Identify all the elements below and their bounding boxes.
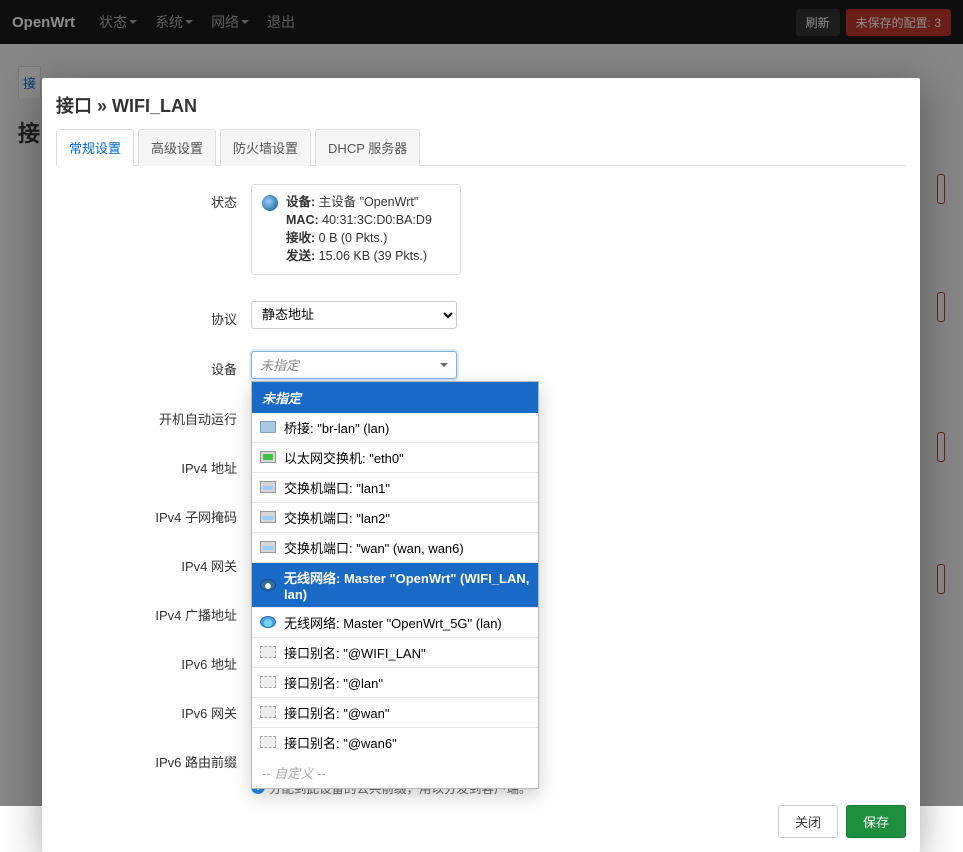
device-option-label: 接口别名: "@wan" bbox=[284, 703, 390, 722]
device-option-label: 接口别名: "@WIFI_LAN" bbox=[284, 643, 426, 662]
save-button[interactable]: 保存 bbox=[846, 805, 906, 838]
device-icon bbox=[262, 195, 278, 211]
interface-modal: 接口 » WIFI_LAN 常规设置 高级设置 防火墙设置 DHCP 服务器 状… bbox=[42, 78, 920, 852]
tab-general[interactable]: 常规设置 bbox=[56, 129, 134, 166]
device-option-label: 以太网交换机: "eth0" bbox=[284, 448, 404, 467]
device-option[interactable]: 接口别名: "@lan" bbox=[252, 668, 538, 698]
device-option-label: 无线网络: Master "OpenWrt_5G" (lan) bbox=[284, 613, 502, 632]
device-option[interactable]: 交换机端口: "lan2" bbox=[252, 503, 538, 533]
label-ipv4bcast: IPv4 广播地址 bbox=[58, 597, 251, 624]
wifi-sel-icon bbox=[260, 579, 276, 591]
label-device: 设备 bbox=[58, 351, 251, 378]
device-option[interactable]: 以太网交换机: "eth0" bbox=[252, 443, 538, 473]
device-option[interactable]: 无线网络: Master "OpenWrt_5G" (lan) bbox=[252, 608, 538, 638]
label-ipv4mask: IPv4 子网掩码 bbox=[58, 499, 251, 526]
device-option-label: 接口别名: "@wan6" bbox=[284, 733, 397, 752]
device-option[interactable]: 交换机端口: "wan" (wan, wan6) bbox=[252, 533, 538, 563]
wifi-icon bbox=[260, 616, 276, 628]
device-option-label: 无线网络: Master "OpenWrt" (WIFI_LAN, lan) bbox=[284, 568, 530, 602]
close-button[interactable]: 关闭 bbox=[778, 805, 838, 838]
alias-icon bbox=[260, 676, 276, 688]
device-dropdown: 未指定 桥接: "br-lan" (lan) 以太网交换机: "eth0" 交换机端… bbox=[251, 381, 539, 789]
modal-title: 接口 » WIFI_LAN bbox=[56, 92, 906, 118]
tab-dhcp[interactable]: DHCP 服务器 bbox=[315, 129, 420, 166]
label-ipv4gw: IPv4 网关 bbox=[58, 548, 251, 575]
label-status: 状态 bbox=[58, 184, 251, 211]
label-ipv4addr: IPv4 地址 bbox=[58, 450, 251, 477]
modal-tabs: 常规设置 高级设置 防火墙设置 DHCP 服务器 bbox=[56, 128, 906, 166]
device-option[interactable]: 交换机端口: "lan1" bbox=[252, 473, 538, 503]
status-box: 设备: 主设备 "OpenWrt" MAC: 40:31:3C:D0:BA:D9… bbox=[251, 184, 461, 275]
label-autorun: 开机自动运行 bbox=[58, 401, 251, 428]
port-icon bbox=[260, 511, 276, 523]
tab-advanced[interactable]: 高级设置 bbox=[138, 129, 216, 166]
device-combobox[interactable]: 未指定 bbox=[251, 351, 457, 379]
device-option[interactable]: 桥接: "br-lan" (lan) bbox=[252, 413, 538, 443]
label-ipv6gw: IPv6 网关 bbox=[58, 695, 251, 722]
label-ipv6prefix: IPv6 路由前缀 bbox=[58, 744, 251, 771]
status-text: 设备: 主设备 "OpenWrt" MAC: 40:31:3C:D0:BA:D9… bbox=[286, 193, 432, 266]
device-option-label: 接口别名: "@lan" bbox=[284, 673, 383, 692]
port-icon bbox=[260, 481, 276, 493]
device-option[interactable]: 接口别名: "@wan6" bbox=[252, 728, 538, 757]
device-option[interactable]: 接口别名: "@WIFI_LAN" bbox=[252, 638, 538, 668]
eth-icon bbox=[260, 451, 276, 463]
alias-icon bbox=[260, 646, 276, 658]
dropdown-custom[interactable]: -- 自定义 -- bbox=[252, 757, 538, 788]
chevron-down-icon bbox=[440, 363, 448, 367]
tab-firewall[interactable]: 防火墙设置 bbox=[220, 129, 311, 166]
alias-icon bbox=[260, 706, 276, 718]
dropdown-header[interactable]: 未指定 bbox=[252, 382, 538, 413]
device-combobox-placeholder: 未指定 bbox=[260, 355, 299, 374]
device-option-label: 交换机端口: "lan2" bbox=[284, 508, 390, 527]
device-option-label: 交换机端口: "wan" (wan, wan6) bbox=[284, 538, 464, 557]
label-protocol: 协议 bbox=[58, 301, 251, 328]
device-option[interactable]: 接口别名: "@wan" bbox=[252, 698, 538, 728]
alias-icon bbox=[260, 736, 276, 748]
device-option-label: 交换机端口: "lan1" bbox=[284, 478, 390, 497]
device-option-label: 桥接: "br-lan" (lan) bbox=[284, 418, 389, 437]
port-icon bbox=[260, 541, 276, 553]
protocol-select[interactable]: 静态地址 bbox=[251, 301, 457, 329]
label-ipv6addr: IPv6 地址 bbox=[58, 646, 251, 673]
bridge-icon bbox=[260, 421, 276, 433]
device-option[interactable]: 无线网络: Master "OpenWrt" (WIFI_LAN, lan) bbox=[252, 563, 538, 608]
